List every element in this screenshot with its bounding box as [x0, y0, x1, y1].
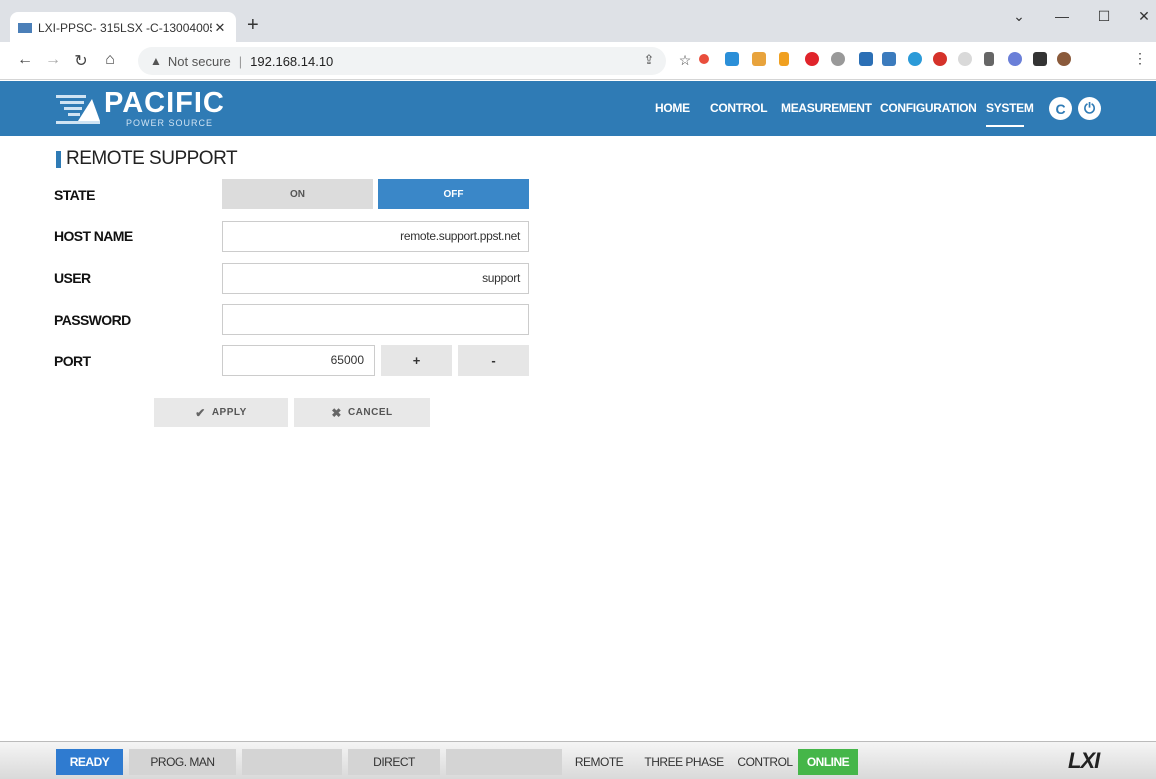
port-label: PORT	[54, 353, 91, 369]
status-three-phase: THREE PHASE	[644, 755, 724, 769]
tab-title: LXI-PPSC- 315LSX -C-13004005	[38, 21, 212, 35]
extension-icon[interactable]	[882, 52, 896, 66]
state-label: STATE	[54, 187, 95, 203]
user-label: USER	[54, 270, 91, 286]
status-prog-man: PROG. MAN	[129, 749, 236, 775]
status-remote: REMOTE	[574, 755, 624, 769]
close-tab-icon[interactable]: ✕	[212, 20, 228, 36]
checkmark-icon: ✔	[195, 405, 206, 420]
download-extension-icon[interactable]	[779, 52, 789, 66]
nav-system[interactable]: SYSTEM	[986, 101, 1034, 115]
bookmark-star-icon[interactable]: ☆	[676, 52, 694, 69]
url-bar[interactable]: ▲ Not secure | 192.168.14.10	[138, 47, 666, 75]
password-label: PASSWORD	[54, 312, 131, 328]
nav-measurement[interactable]: MEASUREMENT	[781, 101, 872, 115]
profile-avatar[interactable]	[1057, 52, 1071, 66]
back-icon[interactable]: ←	[16, 51, 34, 69]
adblock-icon[interactable]	[933, 52, 947, 66]
port-increment-button[interactable]: +	[381, 345, 452, 376]
extension-icon[interactable]	[725, 52, 739, 66]
extension-icon[interactable]	[831, 52, 845, 66]
status-ready: READY	[56, 749, 123, 775]
status-empty-1	[242, 749, 342, 775]
share-icon[interactable]: ⇪	[640, 52, 658, 68]
apply-button[interactable]: ✔ APPLY	[154, 398, 288, 427]
puzzle-extensions-icon[interactable]	[1033, 52, 1047, 66]
url-separator: |	[238, 53, 243, 69]
cancel-label: CANCEL	[347, 407, 393, 418]
host-name-field[interactable]: remote.support.ppst.net	[222, 221, 529, 252]
port-field[interactable]: 65000	[222, 345, 375, 376]
cancel-button[interactable]: ✖ CANCEL	[294, 398, 430, 427]
extension-icon[interactable]	[699, 54, 709, 64]
forward-icon[interactable]: →	[44, 51, 62, 69]
site-favicon-icon	[18, 23, 32, 33]
lxi-logo: LXI	[1068, 748, 1100, 773]
host-name-label: HOST NAME	[54, 228, 133, 244]
extension-icon[interactable]	[752, 52, 766, 66]
section-title: REMOTE SUPPORT	[66, 148, 238, 169]
new-tab-button[interactable]: +	[247, 14, 259, 37]
browser-tab-bar: LXI-PPSC- 315LSX -C-13004005 ✕ + ⌄ — ☐ ✕	[0, 0, 1156, 44]
state-on-button[interactable]: ON	[222, 179, 373, 209]
nav-control[interactable]: CONTROL	[710, 101, 768, 115]
app-header: PACIFIC POWER SOURCE	[0, 81, 1156, 136]
nav-configuration[interactable]: CONFIGURATION	[880, 101, 977, 115]
security-label: Not secure	[167, 53, 231, 69]
extension-icon[interactable]	[1008, 52, 1022, 66]
nav-home[interactable]: HOME	[655, 101, 690, 115]
opera-extension-icon[interactable]	[805, 52, 819, 66]
user-field[interactable]: support	[222, 263, 529, 294]
minimize-icon[interactable]: —	[1052, 8, 1072, 24]
reload-icon[interactable]: ↻	[72, 51, 90, 71]
window-close-icon[interactable]: ✕	[1134, 8, 1154, 25]
section-accent-bar	[56, 151, 61, 168]
state-off-button[interactable]: OFF	[378, 179, 529, 209]
password-field[interactable]	[222, 304, 529, 335]
extension-icon[interactable]	[908, 52, 922, 66]
extension-icon[interactable]	[958, 52, 972, 66]
status-direct: DIRECT	[348, 749, 440, 775]
refresh-icon[interactable]: C	[1049, 97, 1072, 120]
active-nav-indicator	[986, 125, 1024, 127]
logo-text: PACIFIC	[104, 87, 225, 119]
warning-icon: ▲	[150, 54, 162, 68]
extension-icon[interactable]	[984, 52, 994, 66]
port-decrement-button[interactable]: -	[458, 345, 529, 376]
maximize-icon[interactable]: ☐	[1094, 8, 1114, 25]
tab-search-icon[interactable]: ⌄	[1009, 8, 1029, 25]
status-control: CONTROL	[737, 755, 793, 769]
extension-icon[interactable]	[859, 52, 873, 66]
logo-subtitle: POWER SOURCE	[126, 118, 214, 128]
x-mark-icon: ✖	[331, 405, 342, 420]
home-icon[interactable]: ⌂	[101, 51, 119, 69]
pacific-logo-icon	[56, 95, 100, 124]
status-empty-2	[446, 749, 562, 775]
status-online: ONLINE	[798, 749, 858, 775]
power-icon[interactable]: ⏻	[1078, 97, 1101, 120]
browser-tab[interactable]: LXI-PPSC- 315LSX -C-13004005 ✕	[10, 12, 236, 44]
menu-kebab-icon[interactable]: ⋮	[1131, 50, 1149, 67]
address-bar-row: ← → ↻ ⌂ ▲ Not secure | 192.168.14.10 ⇪ ☆	[0, 42, 1156, 80]
url-text: 192.168.14.10	[250, 53, 334, 69]
apply-label: APPLY	[211, 407, 247, 418]
